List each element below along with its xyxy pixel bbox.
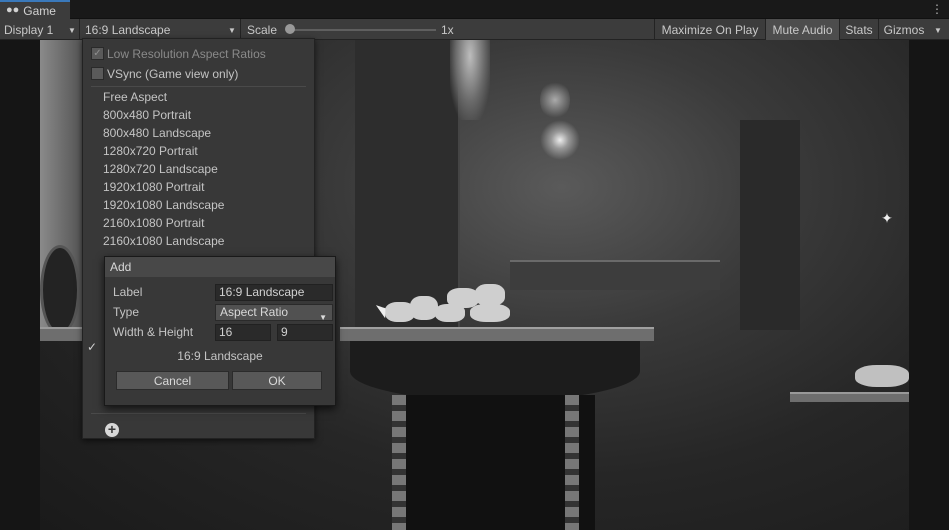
- menu-divider: [91, 413, 306, 414]
- hanging-chain: [392, 395, 406, 530]
- light-orb: [540, 120, 580, 160]
- gizmos-button[interactable]: Gizmos: [879, 19, 929, 40]
- toolbar-divider: [79, 19, 80, 40]
- aspect-preview: 16:9 Landscape: [177, 349, 263, 363]
- display-dropdown[interactable]: Display 1: [4, 19, 53, 40]
- chevron-down-icon: ▼: [228, 26, 236, 35]
- scale-value-text: 1x: [441, 22, 454, 37]
- dialog-title-text: Add: [110, 260, 132, 274]
- scale-label: Scale: [247, 19, 277, 40]
- stone-ledge: [510, 260, 720, 290]
- rock-pile: [385, 284, 520, 324]
- aspect-option[interactable]: 2160x1080 Portrait: [83, 214, 314, 232]
- checkbox-icon[interactable]: [91, 67, 104, 80]
- gamepad-icon: ●●: [6, 4, 20, 16]
- aspect-option[interactable]: 1280x720 Landscape: [83, 160, 314, 178]
- gizmos-label: Gizmos: [883, 22, 925, 37]
- cancel-label: Cancel: [153, 373, 192, 388]
- label-input[interactable]: 16:9 Landscape: [215, 284, 333, 301]
- chevron-down-icon: ▼: [68, 26, 76, 35]
- checkmark-icon: ✓: [87, 340, 98, 354]
- tab-game[interactable]: ●● Game: [0, 0, 70, 19]
- width-input[interactable]: 16: [215, 324, 271, 341]
- maximize-on-play-button[interactable]: Maximize On Play: [655, 19, 765, 40]
- ok-label: OK: [268, 373, 286, 388]
- aspect-option[interactable]: 1920x1080 Landscape: [83, 196, 314, 214]
- aspect-option-label: 2160x1080 Portrait: [103, 216, 205, 230]
- ok-button[interactable]: OK: [232, 371, 322, 390]
- hanging-chain: [565, 395, 579, 530]
- scale-slider-handle[interactable]: [285, 24, 295, 34]
- aspect-option[interactable]: Free Aspect: [83, 88, 314, 106]
- type-select-value: Aspect Ratio: [220, 305, 289, 319]
- scale-label-text: Scale: [247, 22, 278, 37]
- chevron-down-icon: ▼: [319, 313, 327, 322]
- game-toolbar: Display 1 ▼ 16:9 Landscape ▼ Scale 1x Ma…: [0, 19, 949, 40]
- aspect-option-label: 1920x1080 Landscape: [103, 198, 225, 212]
- label-caption: Label: [113, 285, 143, 299]
- tab-bar: ●● Game ⋮: [0, 0, 949, 19]
- ground-platform: [790, 392, 909, 402]
- maximize-label: Maximize On Play: [661, 22, 759, 37]
- type-caption: Type: [113, 305, 140, 319]
- height-input[interactable]: 9: [277, 324, 333, 341]
- aspect-option-label: 1280x720 Portrait: [103, 144, 198, 158]
- aspect-option[interactable]: 2160x1080 Landscape: [83, 232, 314, 250]
- candle-icon: ✦: [881, 210, 893, 226]
- display-label: Display 1: [4, 22, 54, 37]
- platform-underside: [350, 341, 640, 401]
- low-resolution-label: Low Resolution Aspect Ratios: [107, 47, 266, 61]
- toolbar-divider: [240, 19, 241, 40]
- aspect-option[interactable]: 800x480 Portrait: [83, 106, 314, 124]
- rock-pile: [855, 365, 909, 387]
- aspect-option-label: 1920x1080 Portrait: [103, 180, 205, 194]
- aspect-option[interactable]: 800x480 Landscape: [83, 124, 314, 142]
- tab-label: Game: [23, 3, 56, 18]
- aspect-label: 16:9 Landscape: [85, 22, 171, 37]
- mute-label: Mute Audio: [772, 22, 833, 37]
- waterfall-light: [450, 40, 490, 120]
- mute-audio-button[interactable]: Mute Audio: [766, 19, 839, 40]
- aspect-option-label: 800x480 Portrait: [103, 108, 192, 122]
- cart-wheel: [40, 245, 80, 335]
- aspect-option[interactable]: 1280x720 Portrait: [83, 142, 314, 160]
- scale-slider-track[interactable]: [288, 29, 436, 31]
- size-caption: Width & Height: [113, 325, 194, 339]
- stone-pillar: [740, 120, 800, 330]
- checkbox-checked-icon[interactable]: ✓: [91, 47, 104, 60]
- chevron-down-icon[interactable]: ▼: [934, 26, 942, 35]
- scale-value: 1x: [441, 19, 454, 40]
- cancel-button[interactable]: Cancel: [116, 371, 229, 390]
- aspect-option-label: 2160x1080 Landscape: [103, 234, 225, 248]
- aspect-option-label: 1280x720 Landscape: [103, 162, 218, 176]
- ground-platform: [340, 327, 654, 341]
- aspect-dropdown[interactable]: 16:9 Landscape: [85, 19, 170, 40]
- vsync-toggle[interactable]: VSync (Game view only): [83, 65, 314, 83]
- low-resolution-toggle[interactable]: ✓ Low Resolution Aspect Ratios: [83, 45, 314, 63]
- aspect-option-label: 800x480 Landscape: [103, 126, 212, 140]
- vsync-label: VSync (Game view only): [107, 67, 239, 81]
- stats-button[interactable]: Stats: [840, 19, 878, 40]
- aspect-option[interactable]: 1920x1080 Portrait: [83, 178, 314, 196]
- stats-label: Stats: [845, 22, 873, 37]
- aspect-option-label: Free Aspect: [103, 90, 168, 104]
- light-orb: [540, 80, 570, 120]
- dialog-title: Add: [105, 257, 335, 277]
- type-select[interactable]: Aspect Ratio ▼: [215, 304, 333, 322]
- menu-divider: [91, 86, 306, 87]
- kebab-icon[interactable]: ⋮: [931, 2, 943, 16]
- plus-circle-icon[interactable]: +: [105, 422, 119, 437]
- add-aspect-dialog: Add Label 16:9 Landscape Type Aspect Rat…: [104, 256, 336, 406]
